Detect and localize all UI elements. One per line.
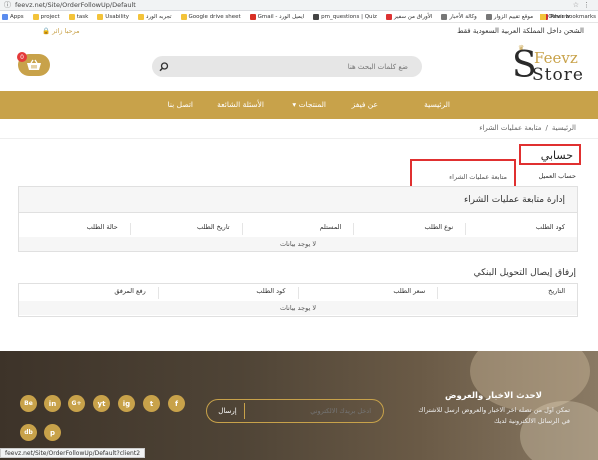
browser-status-bar: feevz.net/Site/OrderFollowUp/Default?cli…	[0, 448, 146, 458]
column-header[interactable]: رفع المرفق	[19, 287, 158, 299]
orders-panel-header: إدارة متابعة عمليات الشراء	[19, 187, 577, 213]
orders-title: إدارة متابعة عمليات الشراء	[463, 195, 565, 205]
page-icon	[385, 13, 392, 20]
column-header[interactable]: تاريخ الطلب	[129, 223, 242, 235]
newsletter-description: تمكن اول من تصله اخر الاخبار والعروض ارس…	[418, 406, 570, 425]
other-bookmarks[interactable]: Other bookmarks	[540, 14, 596, 20]
cart-count-badge: 0	[17, 52, 27, 62]
folder-icon	[97, 13, 104, 20]
site-logo[interactable]: ♛ S Feevz Store	[512, 44, 583, 86]
folder-icon	[32, 13, 39, 20]
orders-empty-message: لا يوجد بيانات	[19, 237, 577, 251]
folder-icon	[180, 13, 187, 20]
track-purchases-link[interactable]: متابعة عمليات الشراء	[449, 173, 507, 181]
column-header[interactable]: التاريخ	[437, 287, 577, 299]
breadcrumb-home[interactable]: الرئيسية	[552, 124, 576, 132]
bank-transfer-title: إرفاق إيصال التحويل البنكي	[473, 268, 576, 278]
folder-icon	[68, 13, 75, 20]
column-header[interactable]: سعر الطلب	[297, 287, 438, 299]
search-icon	[159, 61, 169, 71]
page-icon	[313, 13, 320, 20]
facebook-icon[interactable]: f	[168, 395, 185, 412]
page-title-box: حسابي	[519, 144, 581, 165]
bank-table-header: التاريخ سعر الطلب كود الطلب رفع المرفق	[19, 287, 577, 299]
bookmark-item[interactable]: Gmail - ايميل الورد	[249, 13, 304, 20]
main-nav: الرئيسية عن فيفز ▾ المنتجات الأسئلة الشا…	[0, 91, 598, 119]
customer-account-link[interactable]: حساب العميل	[538, 172, 576, 180]
column-header[interactable]: كود الطلب	[465, 223, 577, 235]
search-button[interactable]	[156, 59, 172, 74]
bookmark-item[interactable]: Google drive sheet	[180, 13, 241, 20]
pinterest-icon[interactable]: p	[44, 424, 61, 441]
page-icon	[485, 13, 492, 20]
youtube-icon[interactable]: yt	[93, 395, 110, 412]
welcome-link[interactable]: مرحبا زائر 🔒	[42, 27, 80, 35]
url-field[interactable]: feevz.net/Site/OrderFollowUp/Default	[15, 1, 573, 9]
bookmark-item[interactable]: تجربه الورد	[138, 13, 172, 20]
top-bar: الشحن داخل المملكة العربية السعودية فقط …	[0, 23, 598, 41]
bookmark-item[interactable]: وكالة الأخبار	[441, 13, 477, 20]
bookmark-item[interactable]: الأوراق من سفير	[385, 13, 432, 20]
folder-icon	[540, 14, 547, 20]
page-title: حسابي	[540, 149, 573, 162]
orders-panel: إدارة متابعة عمليات الشراء كود الطلب نوع…	[18, 186, 578, 252]
bookmark-apps[interactable]: Apps	[2, 13, 24, 20]
newsletter-form: إرسال	[206, 399, 384, 423]
star-icon[interactable]: ☆	[573, 1, 579, 9]
breadcrumb-current: متابعة عمليات الشراء	[479, 124, 542, 132]
logo-store: Store	[532, 65, 584, 85]
column-header[interactable]: المستلم	[241, 223, 354, 235]
menu-icon[interactable]: ⋮	[583, 1, 590, 9]
bookmarks-bar: Apps project task Usability تجربه الورد …	[0, 11, 598, 23]
search-input[interactable]	[176, 56, 416, 77]
basket-icon	[27, 59, 41, 70]
apps-icon	[2, 13, 8, 20]
email-field[interactable]	[247, 402, 377, 420]
instagram-icon[interactable]: ig	[118, 395, 135, 412]
bookmark-item[interactable]: pm_questions | Quiz	[313, 13, 377, 20]
shipping-notice: الشحن داخل المملكة العربية السعودية فقط	[457, 27, 584, 35]
nav-home[interactable]: الرئيسية	[424, 91, 450, 119]
orders-table-header: كود الطلب نوع الطلب المستلم تاريخ الطلب …	[19, 223, 577, 235]
bank-empty-message: لا يوجد بيانات	[19, 301, 577, 315]
info-icon[interactable]: ⓘ	[4, 0, 11, 10]
folder-icon	[138, 13, 145, 20]
bookmark-item[interactable]: Usability	[97, 13, 129, 20]
page-icon	[441, 13, 448, 20]
gmail-icon	[249, 13, 256, 20]
bookmark-item[interactable]: project	[32, 13, 60, 20]
column-header[interactable]: حالة الطلب	[19, 223, 130, 235]
breadcrumb-separator: /	[545, 124, 548, 132]
nav-faq[interactable]: الأسئلة الشائعة	[217, 91, 264, 119]
divider	[0, 138, 598, 139]
address-bar: ⓘ feevz.net/Site/OrderFollowUp/Default ☆…	[0, 0, 598, 11]
bookmark-item[interactable]: موقع تقييم الزوار	[485, 13, 533, 20]
nav-about[interactable]: عن فيفز	[352, 91, 378, 119]
bookmark-item[interactable]: task	[68, 13, 88, 20]
twitter-icon[interactable]: t	[143, 395, 160, 412]
nav-contact[interactable]: اتصل بنا	[168, 91, 193, 119]
linkedin-icon[interactable]: in	[44, 395, 61, 412]
send-button[interactable]: إرسال	[211, 403, 245, 419]
bank-transfer-panel: التاريخ سعر الطلب كود الطلب رفع المرفق ل…	[18, 283, 578, 317]
column-header[interactable]: كود الطلب	[157, 287, 298, 299]
behance-icon[interactable]: Be	[20, 395, 37, 412]
footer: لاحدث الاخبار والعروض تمكن اول من تصله ا…	[0, 351, 598, 460]
search-bar	[152, 56, 422, 77]
column-header[interactable]: نوع الطلب	[353, 223, 465, 235]
nav-products[interactable]: ▾ المنتجات	[292, 91, 326, 119]
breadcrumb: الرئيسية / متابعة عمليات الشراء	[475, 124, 576, 132]
dribbble-icon[interactable]: db	[20, 424, 37, 441]
newsletter-title: لاحدث الاخبار والعروض	[445, 391, 542, 401]
google-plus-icon[interactable]: G+	[68, 395, 85, 412]
